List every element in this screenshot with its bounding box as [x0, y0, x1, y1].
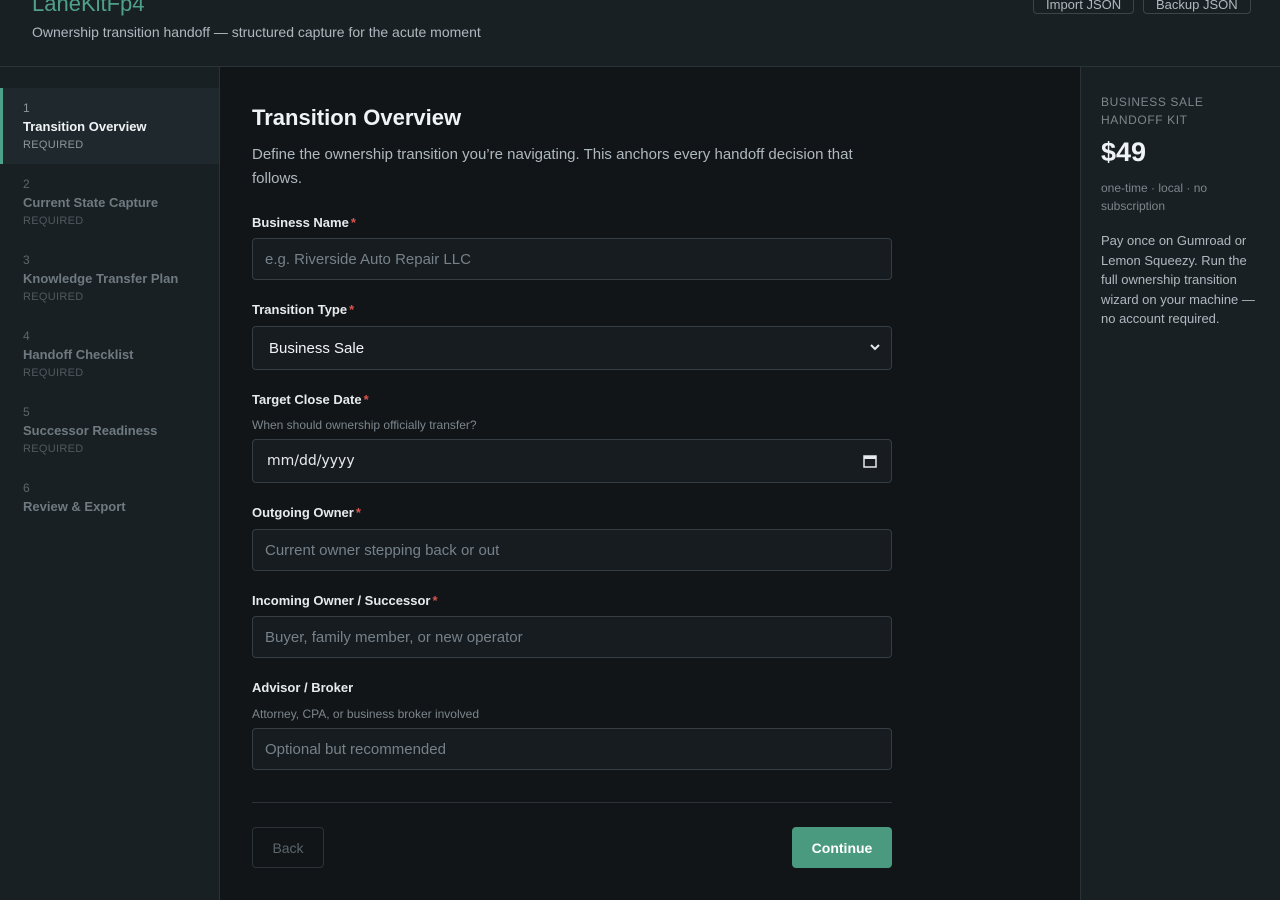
- label-text: Business Name: [252, 215, 349, 230]
- label-text: Advisor / Broker: [252, 680, 354, 695]
- price-terms: one-time · local · no subscription: [1101, 181, 1208, 213]
- step-number: 6: [23, 481, 30, 495]
- step-number: 2: [23, 177, 30, 191]
- business-name-label: Business Name *: [252, 215, 356, 230]
- transition-type-select[interactable]: Business Sale: [252, 326, 892, 370]
- pricing-panel: BUSINESS SALE HANDOFF KIT $49 one-time ·…: [1080, 67, 1280, 900]
- step-transition-overview[interactable]: 1 Transition Overview REQUIRED: [0, 88, 219, 164]
- steps-sidebar: 1 Transition Overview REQUIRED 2 Current…: [0, 67, 220, 900]
- page-title: Transition Overview: [252, 105, 462, 130]
- backup-json-button[interactable]: Backup JSON: [1143, 0, 1251, 14]
- advisor-input[interactable]: [252, 728, 892, 770]
- step-title: Knowledge Transfer Plan: [23, 271, 179, 286]
- incoming-owner-label: Incoming Owner / Successor *: [252, 593, 438, 608]
- advisor-label: Advisor / Broker: [252, 680, 353, 695]
- step-title: Transition Overview: [23, 119, 147, 134]
- close-date-hint: When should ownership officially transfe…: [252, 418, 477, 432]
- outgoing-owner-input[interactable]: [252, 529, 892, 571]
- app-header: LaneKitFp4 Ownership transition handoff …: [0, 0, 1280, 67]
- chevron-down-icon: [870, 344, 880, 351]
- label-text: Incoming Owner / Successor: [252, 593, 431, 608]
- pitch-text: Pay once on Gumroad or Lemon Squeezy. Ru…: [1101, 233, 1255, 326]
- incoming-owner-input[interactable]: [252, 616, 892, 658]
- step-knowledge-transfer-plan[interactable]: 3 Knowledge Transfer Plan REQUIRED: [0, 240, 219, 316]
- advisor-hint: Attorney, CPA, or business broker involv…: [252, 707, 479, 721]
- form-divider: [252, 802, 892, 803]
- step-handoff-checklist[interactable]: 4 Handoff Checklist REQUIRED: [0, 316, 219, 392]
- step-number: 1: [23, 101, 30, 115]
- business-name-input[interactable]: [252, 238, 892, 280]
- step-review-export[interactable]: 6 Review & Export: [0, 468, 219, 544]
- kit-name: BUSINESS SALE HANDOFF KIT: [1101, 95, 1204, 127]
- page-description: Define the ownership transition you’re n…: [252, 146, 853, 187]
- back-button[interactable]: Back: [252, 827, 324, 868]
- step-successor-readiness[interactable]: 5 Successor Readiness REQUIRED: [0, 392, 219, 468]
- brand-title: LaneKitFp4: [32, 0, 145, 16]
- import-json-button[interactable]: Import JSON: [1033, 0, 1135, 14]
- step-number: 5: [23, 405, 30, 419]
- step-title: Handoff Checklist: [23, 347, 134, 362]
- continue-button[interactable]: Continue: [792, 827, 892, 868]
- required-asterisk: *: [350, 215, 356, 230]
- required-asterisk: *: [355, 505, 361, 520]
- step-number: 3: [23, 253, 30, 267]
- required-asterisk: *: [432, 593, 438, 608]
- step-required-tag: REQUIRED: [23, 139, 84, 151]
- step-title: Current State Capture: [23, 195, 159, 210]
- step-number: 4: [23, 329, 30, 343]
- date-value: mm/dd/yyyy: [267, 453, 355, 469]
- app-tagline: Ownership transition handoff — structure…: [32, 24, 481, 40]
- close-date-input[interactable]: mm/dd/yyyy: [252, 439, 892, 483]
- step-required-tag: REQUIRED: [23, 367, 84, 379]
- step-title: Review & Export: [23, 499, 126, 514]
- step-required-tag: REQUIRED: [23, 291, 84, 303]
- outgoing-owner-label: Outgoing Owner *: [252, 505, 361, 520]
- label-text: Transition Type: [252, 302, 348, 317]
- label-text: Target Close Date: [252, 392, 362, 407]
- step-required-tag: REQUIRED: [23, 443, 84, 455]
- step-current-state-capture[interactable]: 2 Current State Capture REQUIRED: [0, 164, 219, 240]
- step-title: Successor Readiness: [23, 423, 158, 438]
- label-text: Outgoing Owner: [252, 505, 354, 520]
- close-date-label: Target Close Date *: [252, 392, 369, 407]
- form-panel: Transition Overview Define the ownership…: [220, 67, 1080, 900]
- price: $49: [1101, 137, 1147, 167]
- select-value: Business Sale: [269, 339, 365, 357]
- calendar-icon[interactable]: [863, 454, 877, 468]
- required-asterisk: *: [363, 392, 369, 407]
- step-required-tag: REQUIRED: [23, 215, 84, 227]
- transition-type-label: Transition Type *: [252, 302, 354, 317]
- required-asterisk: *: [349, 302, 355, 317]
